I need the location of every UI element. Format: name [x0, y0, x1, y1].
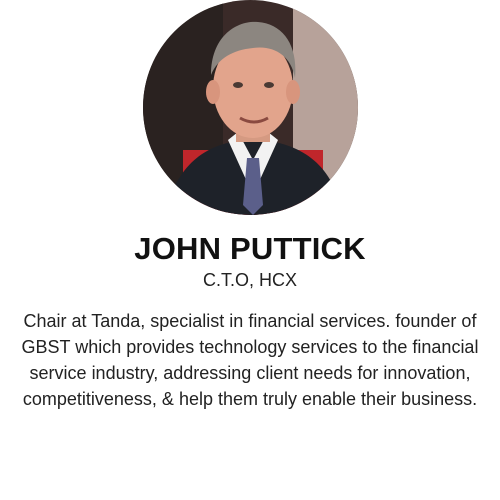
person-role: C.T.O, HCX — [202, 270, 297, 290]
person-name: JOHN PUTTICK — [134, 231, 366, 266]
profile-card: JOHN PUTTICK C.T.O, HCX Chair at Tanda, … — [0, 0, 500, 500]
portrait-photo — [143, 0, 358, 215]
person-bio: Chair at Tanda, specialist in financial … — [21, 311, 479, 409]
